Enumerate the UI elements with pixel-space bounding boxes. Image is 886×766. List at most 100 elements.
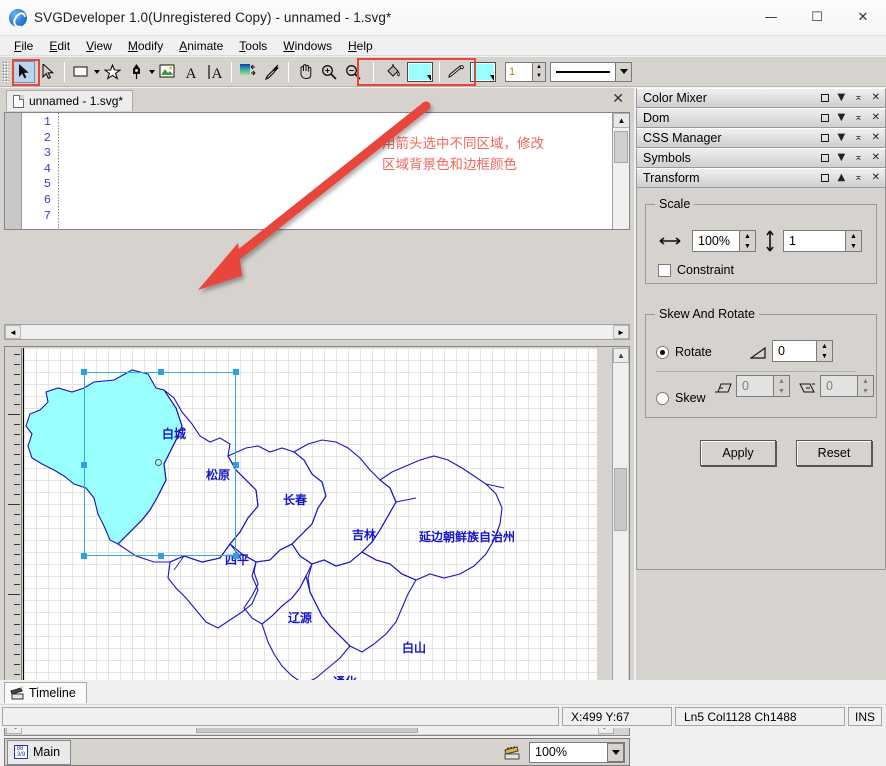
- panel-chevron-up-icon[interactable]: ▲: [838, 173, 846, 183]
- film-strip-icon[interactable]: [503, 744, 521, 760]
- selection-handle-nw[interactable]: [81, 369, 87, 375]
- panel-header-symbols[interactable]: Symbols ▼ ⌅ ✕: [636, 148, 886, 168]
- scene-tab-main[interactable]: 88 3/9 Main: [7, 739, 72, 765]
- star-tool-icon[interactable]: [101, 61, 123, 83]
- selection-handle-ne[interactable]: [233, 369, 239, 375]
- map-label-baishan[interactable]: 白山: [402, 639, 426, 656]
- rotate-radio[interactable]: [656, 345, 669, 359]
- reset-button[interactable]: Reset: [796, 440, 872, 466]
- panel-close-icon[interactable]: ✕: [872, 153, 880, 163]
- pencil-stroke-tool-icon[interactable]: [445, 61, 467, 83]
- selection-handle-sw[interactable]: [81, 553, 87, 559]
- selection-handle-s[interactable]: [158, 553, 164, 559]
- subselect-arrow-tool-icon[interactable]: [37, 61, 59, 83]
- scale-vertical-stepper[interactable]: ▲ ▼: [846, 230, 862, 252]
- panel-close-icon[interactable]: ✕: [872, 93, 880, 103]
- panel-pin-icon[interactable]: ⌅: [854, 133, 862, 143]
- timeline-tab[interactable]: Timeline: [4, 682, 87, 703]
- panel-header-color-mixer[interactable]: Color Mixer ▼ ⌅ ✕: [636, 88, 886, 108]
- panel-chevron-down-icon[interactable]: ▼: [838, 93, 846, 103]
- scale-vertical-up-icon[interactable]: ▲: [846, 231, 861, 241]
- editor-scroll-right-icon[interactable]: ►: [613, 325, 629, 339]
- zoom-chevron-down-icon[interactable]: [607, 743, 624, 762]
- rotate-angle-stepper[interactable]: ▲ ▼: [817, 340, 833, 362]
- skew-horizontal-input[interactable]: 0: [736, 375, 774, 397]
- eyedropper-tool-icon[interactable]: [261, 61, 283, 83]
- selection-handle-e[interactable]: [233, 462, 239, 468]
- pen-tool-chevron-down-icon[interactable]: [149, 69, 155, 74]
- stroke-width-stepper[interactable]: ▲ ▼: [533, 61, 546, 82]
- panel-close-icon[interactable]: ✕: [872, 173, 880, 183]
- rectangle-tool-chevron-down-icon[interactable]: [94, 69, 100, 74]
- panel-restore-icon[interactable]: [820, 174, 829, 182]
- constraint-checkbox-row[interactable]: Constraint: [658, 263, 734, 277]
- menu-tools[interactable]: Tools: [231, 38, 275, 54]
- panel-pin-icon[interactable]: ⌅: [854, 93, 862, 103]
- panel-pin-icon[interactable]: ⌅: [854, 113, 862, 123]
- panel-close-icon[interactable]: ✕: [872, 133, 880, 143]
- fill-color-chevron-down-icon[interactable]: [427, 74, 431, 81]
- selection-handle-n[interactable]: [158, 369, 164, 375]
- rotate-angle-input[interactable]: 0: [772, 340, 817, 362]
- canvas-scroll-up-icon[interactable]: ▲: [613, 348, 629, 363]
- select-arrow-tool-icon[interactable]: [13, 60, 35, 83]
- pen-tool-icon[interactable]: [125, 61, 147, 83]
- menu-windows[interactable]: Windows: [275, 38, 340, 54]
- image-tool-icon[interactable]: [156, 61, 178, 83]
- line-style-preview[interactable]: [550, 61, 616, 82]
- menu-animate[interactable]: Animate: [171, 38, 231, 54]
- scale-horizontal-up-icon[interactable]: ▲: [740, 231, 755, 241]
- map-label-liaoyuan[interactable]: 辽源: [288, 609, 312, 626]
- skew-radio-row[interactable]: Skew: [656, 391, 706, 405]
- skew-horizontal-stepper[interactable]: ▲ ▼: [774, 375, 790, 397]
- editor-vertical-scrollbar[interactable]: ▲: [612, 113, 629, 229]
- editor-scroll-thumb[interactable]: [614, 131, 628, 163]
- panel-restore-icon[interactable]: [820, 134, 829, 142]
- skew-horizontal-up-icon[interactable]: ▲: [774, 376, 789, 386]
- minimize-button[interactable]: —: [748, 0, 794, 36]
- map-label-changchun[interactable]: 长春: [283, 491, 307, 508]
- menu-edit[interactable]: Edit: [41, 38, 78, 54]
- rotate-radio-row[interactable]: Rotate: [656, 345, 712, 359]
- selection-handle-se[interactable]: [233, 553, 239, 559]
- editor-scroll-left-icon[interactable]: ◄: [5, 325, 21, 339]
- scale-vertical-down-icon[interactable]: ▼: [846, 241, 861, 251]
- scale-horizontal-input[interactable]: 100%: [692, 230, 740, 252]
- stroke-color-chevron-down-icon[interactable]: [490, 74, 494, 81]
- rectangle-tool-icon[interactable]: [70, 61, 92, 83]
- document-close-icon[interactable]: ✕: [612, 91, 624, 107]
- scale-horizontal-down-icon[interactable]: ▼: [740, 241, 755, 251]
- apply-button[interactable]: Apply: [700, 440, 776, 466]
- panel-header-css-manager[interactable]: CSS Manager ▼ ⌅ ✕: [636, 128, 886, 148]
- maximize-button[interactable]: ☐: [794, 0, 840, 36]
- panel-header-dom[interactable]: Dom ▼ ⌅ ✕: [636, 108, 886, 128]
- close-button[interactable]: ✕: [840, 0, 886, 36]
- panel-chevron-down-icon[interactable]: ▼: [838, 133, 846, 143]
- selection-handle-w[interactable]: [81, 462, 87, 468]
- menu-view[interactable]: View: [78, 38, 120, 54]
- panel-pin-icon[interactable]: ⌅: [854, 173, 862, 183]
- map-label-jilin[interactable]: 吉林: [352, 526, 376, 543]
- vertical-text-tool-icon[interactable]: A: [204, 61, 226, 83]
- panel-chevron-down-icon[interactable]: ▼: [838, 113, 846, 123]
- stroke-width-up-icon[interactable]: ▲: [533, 63, 545, 72]
- skew-horizontal-down-icon[interactable]: ▼: [774, 386, 789, 396]
- panel-restore-icon[interactable]: [820, 94, 829, 102]
- rotate-angle-up-icon[interactable]: ▲: [817, 341, 832, 351]
- gradient-tool-icon[interactable]: [237, 61, 259, 83]
- scale-vertical-input[interactable]: 1: [783, 230, 846, 252]
- panel-restore-icon[interactable]: [820, 114, 829, 122]
- skew-vertical-down-icon[interactable]: ▼: [858, 386, 873, 396]
- skew-vertical-input[interactable]: 0: [820, 375, 858, 397]
- menu-file[interactable]: File: [6, 38, 41, 54]
- hand-tool-icon[interactable]: [294, 61, 316, 83]
- stroke-color-swatch[interactable]: [470, 61, 496, 82]
- skew-vertical-stepper[interactable]: ▲ ▼: [858, 375, 874, 397]
- toolbar-grip[interactable]: [2, 60, 9, 83]
- stroke-width-down-icon[interactable]: ▼: [533, 72, 545, 81]
- zoom-out-tool-icon[interactable]: [342, 61, 364, 83]
- menu-help[interactable]: Help: [340, 38, 381, 54]
- scale-horizontal-stepper[interactable]: ▲ ▼: [740, 230, 756, 252]
- fill-color-swatch[interactable]: [407, 61, 433, 82]
- line-style-chevron-down-icon[interactable]: [616, 61, 632, 82]
